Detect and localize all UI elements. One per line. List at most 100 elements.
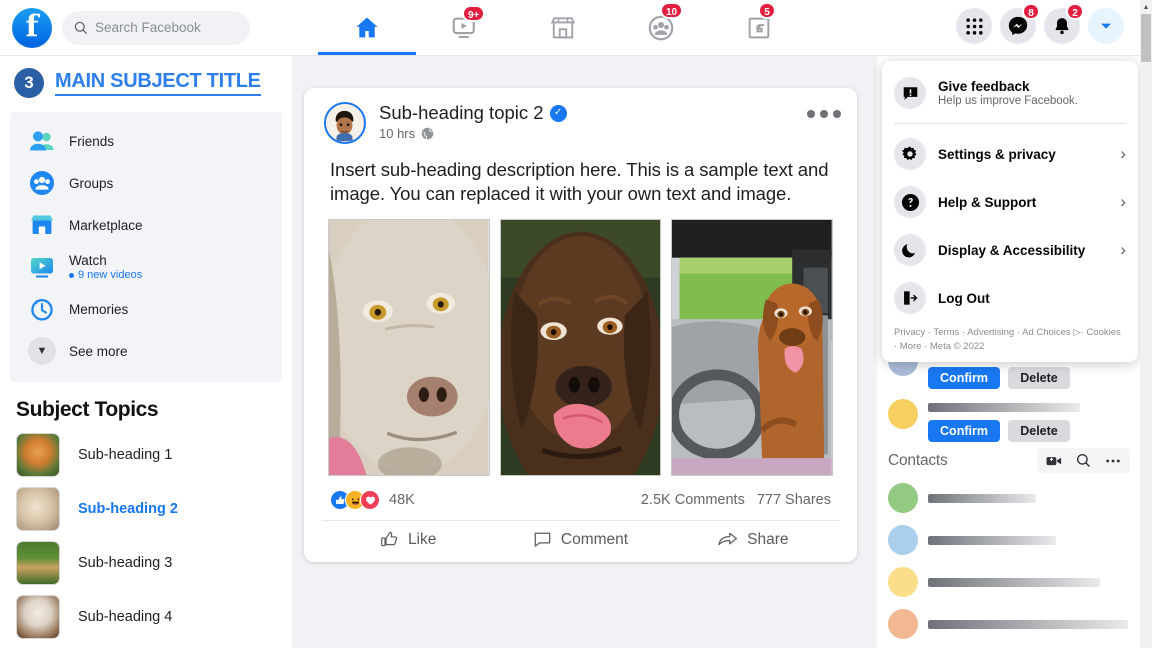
post-author-name[interactable]: Sub-heading topic 2 [379, 102, 544, 124]
post-photo-grid [304, 205, 857, 477]
sidebar-label: Friends [69, 133, 115, 149]
account-dropdown-button[interactable] [1088, 8, 1124, 44]
top-navigation-bar: Search Facebook 9+ [0, 0, 1140, 56]
menu-footer-links[interactable]: Privacy · Terms · Advertising · Ad Choic… [882, 322, 1138, 358]
menu-item-display-accessibility[interactable]: Display & Accessibility › [882, 226, 1138, 274]
nav-tab-watch[interactable]: 9+ [416, 0, 514, 55]
nav-tab-groups[interactable]: 10 [612, 0, 710, 55]
post-stats-row: 48K 2.5K Comments 777 Shares [304, 476, 857, 520]
photo-weimaraner-closeup[interactable] [328, 219, 490, 477]
post-action-bar: Like Comment Share [322, 520, 839, 560]
topic-item-3[interactable]: Sub-heading 3 [0, 536, 292, 590]
topic-label: Sub-heading 4 [78, 609, 173, 625]
confirm-button[interactable]: Confirm [928, 367, 1000, 389]
sidebar-item-groups[interactable]: Groups [10, 162, 282, 204]
status-dot-icon [69, 272, 74, 278]
messenger-button[interactable]: 8 [1000, 3, 1040, 44]
sidebar-item-marketplace[interactable]: Marketplace [10, 204, 282, 246]
name-placeholder-bar [928, 403, 1080, 412]
gear-icon [894, 138, 926, 170]
chevron-right-icon: › [1120, 192, 1126, 211]
post-menu-button[interactable] [807, 102, 841, 118]
menu-label: Help & Support [938, 194, 1037, 210]
topic-item-2[interactable]: Sub-heading 2 [0, 482, 292, 536]
menu-item-settings-privacy[interactable]: Settings & privacy › [882, 130, 1138, 178]
search-icon[interactable] [1076, 453, 1091, 468]
groups-icon [30, 171, 54, 195]
bell-icon [1055, 18, 1069, 35]
avatar [888, 525, 918, 555]
scroll-up-arrow[interactable]: ▲ [1140, 0, 1152, 14]
delete-button[interactable]: Delete [1008, 420, 1070, 442]
badge-watch: 9+ [462, 5, 486, 22]
memories-icon [31, 299, 53, 321]
friend-request-buttons: Confirm Delete [928, 420, 1136, 442]
name-placeholder-bar [928, 535, 1056, 545]
chevron-down-icon: ▼ [28, 337, 56, 365]
notifications-button[interactable]: 2 [1044, 3, 1084, 44]
photo-dog-driving-car[interactable] [671, 219, 834, 477]
comment-bubble-icon [534, 532, 551, 548]
sidebar-item-memories[interactable]: Memories [10, 288, 282, 330]
menu-item-give-feedback[interactable]: Give feedback Help us improve Facebook. [882, 69, 1138, 117]
reaction-summary[interactable]: 48K [330, 490, 415, 511]
post-header: Sub-heading topic 2 ✓ 10 hrs [304, 88, 857, 144]
like-button[interactable]: Like [322, 530, 494, 549]
nav-tab-home[interactable] [318, 0, 416, 55]
contact-row[interactable] [880, 603, 1136, 645]
confirm-button[interactable]: Confirm [928, 420, 1000, 442]
post-card: Sub-heading topic 2 ✓ 10 hrs Insert sub-… [304, 88, 857, 563]
contact-row[interactable] [880, 477, 1136, 519]
menu-label: Log Out [938, 290, 990, 306]
page-scrollbar[interactable]: ▲ [1140, 0, 1152, 648]
dog-photo-3 [672, 220, 833, 476]
sidebar-item-see-more[interactable]: ▼ See more [10, 330, 282, 372]
avatar [888, 609, 918, 639]
contacts-title: Contacts [888, 451, 948, 469]
topic-thumbnail [16, 541, 60, 585]
delete-button[interactable]: Delete [1008, 367, 1070, 389]
menu-label: Settings & privacy [938, 146, 1056, 162]
globe-icon [421, 127, 434, 140]
video-call-icon[interactable] [1046, 454, 1062, 468]
nav-tab-marketplace[interactable] [514, 0, 612, 55]
avatar-illustration-icon [326, 104, 363, 141]
sidebar-item-watch[interactable]: Watch 9 new videos [10, 246, 282, 288]
three-dots-icon[interactable] [1105, 458, 1121, 464]
friend-request-details: Confirm Delete [928, 399, 1136, 442]
comment-count[interactable]: 2.5K Comments [641, 492, 745, 508]
facebook-logo[interactable] [12, 7, 52, 48]
share-button[interactable]: Share [667, 530, 839, 549]
sidebar-label: Memories [69, 301, 129, 317]
feedback-title: Give feedback [938, 79, 1030, 94]
badge-groups: 10 [660, 2, 684, 19]
topic-item-4[interactable]: Sub-heading 4 [0, 590, 292, 644]
contact-row[interactable] [880, 561, 1136, 603]
contact-row[interactable] [880, 519, 1136, 561]
photo-chocolate-lab-tongue[interactable] [499, 219, 662, 477]
nav-tabs: 9+ 10 5 [318, 0, 808, 56]
menu-item-log-out[interactable]: Log Out [882, 274, 1138, 322]
menu-grid-button[interactable] [956, 8, 992, 44]
name-placeholder-bar [928, 619, 1128, 629]
avatar[interactable] [324, 102, 366, 144]
menu-item-help-support[interactable]: Help & Support › [882, 178, 1138, 226]
topic-label: Sub-heading 3 [78, 555, 173, 571]
comment-button[interactable]: Comment [494, 530, 666, 549]
topic-thumbnail [16, 595, 60, 639]
dog-photo-2 [500, 220, 661, 476]
avatar[interactable] [888, 399, 918, 429]
post-body-text: Insert sub-heading description here. Thi… [330, 159, 829, 204]
watch-icon [31, 258, 53, 278]
scrollbar-thumb[interactable] [1141, 14, 1151, 62]
page-title[interactable]: MAIN SUBJECT TITLE [55, 70, 261, 96]
sidebar-item-friends[interactable]: Friends [10, 120, 282, 162]
share-count[interactable]: 777 Shares [757, 492, 831, 508]
topic-item-1[interactable]: Sub-heading 1 [0, 428, 292, 482]
badge-gaming: 5 [758, 2, 776, 19]
name-placeholder-bar [928, 577, 1100, 587]
nav-tab-gaming[interactable]: 5 [710, 0, 808, 55]
question-icon [894, 186, 926, 218]
search-input[interactable]: Search Facebook [62, 10, 250, 45]
chevron-right-icon: › [1120, 240, 1126, 259]
